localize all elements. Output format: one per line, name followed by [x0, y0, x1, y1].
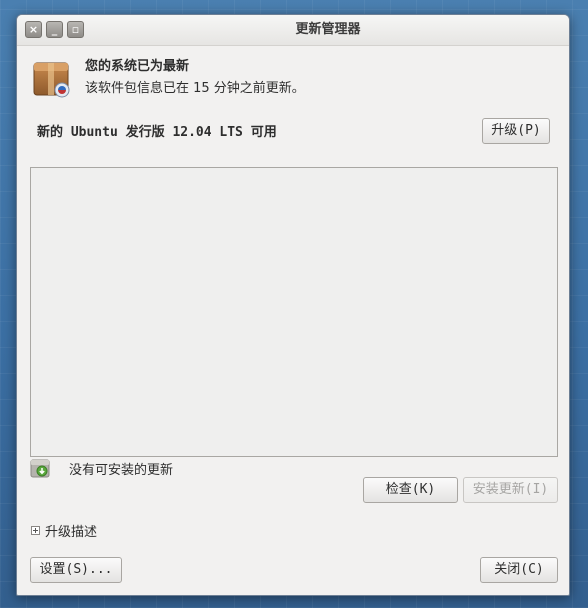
close-button[interactable]: 关闭(C)	[480, 557, 558, 583]
install-updates-button[interactable]: 安装更新(I)	[463, 477, 558, 503]
settings-button[interactable]: 设置(S)...	[30, 557, 122, 583]
window-title: 更新管理器	[295, 22, 361, 37]
upgrade-button[interactable]: 升级(P)	[482, 118, 550, 144]
expander-label[interactable]: 升级描述	[45, 521, 97, 540]
status-subtitle: 该软件包信息已在 15 分钟之前更新。	[85, 81, 305, 96]
upgrade-description-expander[interactable]: 升级描述	[31, 521, 97, 540]
package-box-icon	[33, 62, 70, 98]
title-bar[interactable]: × _ ▫ 更新管理器	[17, 15, 569, 46]
expand-plus-icon[interactable]	[31, 525, 40, 535]
new-release-notice: 新的 Ubuntu 发行版 12.04 LTS 可用	[37, 125, 277, 140]
check-button[interactable]: 检查(K)	[363, 477, 458, 503]
update-list[interactable]	[30, 167, 558, 457]
status-title: 您的系统已为最新	[85, 59, 190, 74]
download-package-icon	[30, 459, 50, 478]
no-updates-label: 没有可安装的更新	[69, 463, 174, 478]
update-manager-window: × _ ▫ 更新管理器 您的系统已为最新 该软件包信息已在 15 分钟之前更新。…	[16, 14, 570, 596]
